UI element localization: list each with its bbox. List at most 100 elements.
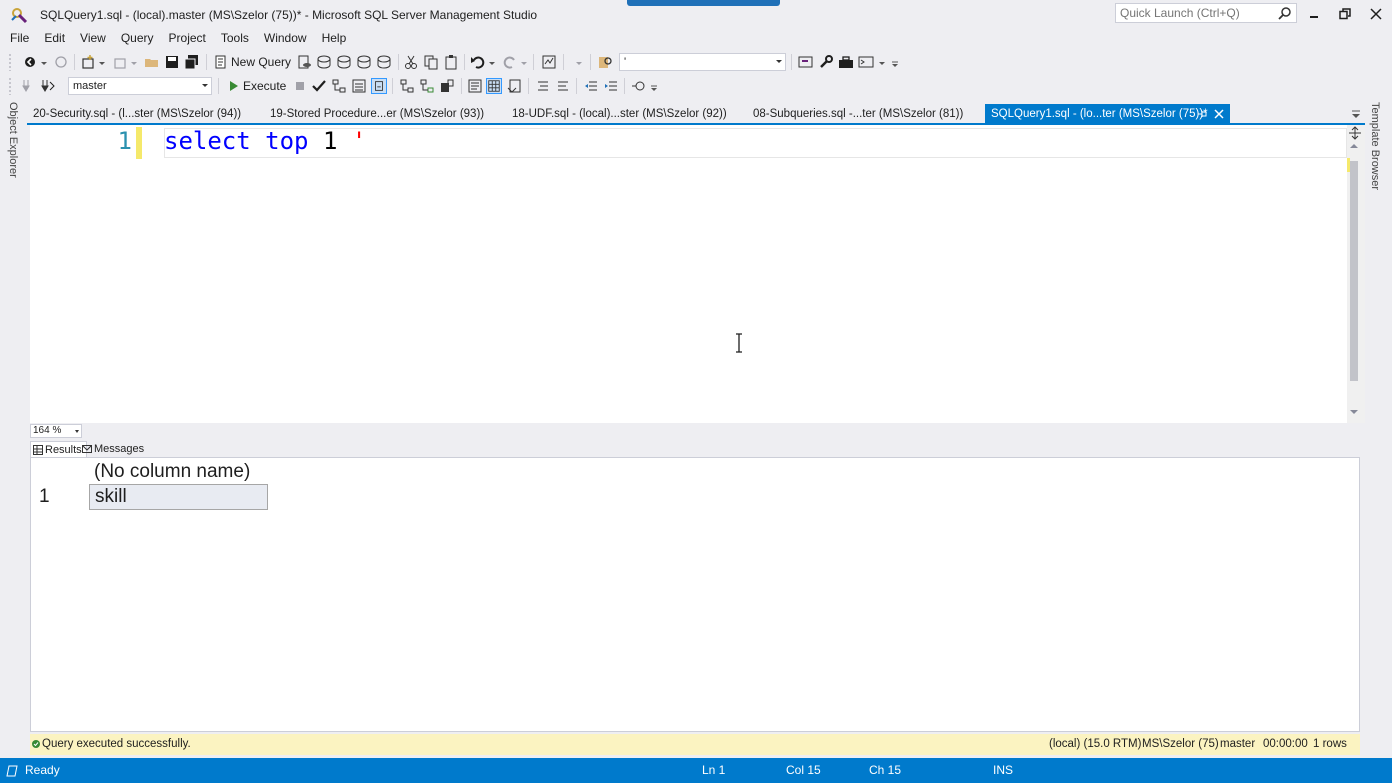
zoom-level-combo[interactable]: 164 % [30,424,82,438]
analysis-dmx-query-icon[interactable] [336,54,352,70]
undo-icon[interactable] [470,54,486,70]
row-number[interactable]: 1 [39,485,50,509]
menu-edit[interactable]: Edit [38,30,71,48]
restore-button[interactable] [1334,4,1356,24]
new-project-icon[interactable] [80,54,96,70]
parse-checkmark-icon[interactable] [311,78,327,94]
include-actual-plan-icon[interactable] [399,78,415,94]
cut-icon[interactable] [403,54,419,70]
find-combo[interactable]: ' [619,53,786,71]
close-window-button[interactable] [1365,4,1387,24]
scroll-down-icon[interactable] [1350,410,1358,414]
code-line-1[interactable]: select top 1 ' [164,127,366,155]
split-window-icon[interactable] [1348,126,1362,140]
editor-vertical-scrollbar[interactable] [1347,125,1365,423]
status-output-icon[interactable] [6,765,18,777]
tab-08-subqueries[interactable]: 08-Subqueries.sql -...ter (MS\Szelor (81… [747,104,963,124]
increase-indent-icon[interactable] [603,78,619,94]
object-explorer-strip[interactable] [0,98,27,756]
tab-overflow-menu-icon[interactable] [1350,108,1362,120]
results-to-grid-icon[interactable] [486,78,502,94]
redo-icon[interactable] [502,54,518,70]
display-estimated-plan-icon[interactable] [331,78,347,94]
tab-results[interactable]: Results [30,441,87,457]
tab-19-stored-procedures[interactable]: 19-Stored Procedure...er (MS\Szelor (93)… [264,104,484,124]
back-icon[interactable] [22,54,38,70]
connect-icon[interactable] [20,78,36,94]
find-in-files-icon[interactable] [598,54,614,70]
menu-help[interactable]: Help [316,30,353,48]
command-dropdown-icon[interactable] [878,54,886,70]
quick-launch-input[interactable] [1116,4,1276,22]
add-item-icon[interactable] [112,54,128,70]
tab-sqlquery1[interactable]: SQLQuery1.sql - (lo...ter (MS\Szelor (75… [985,104,1230,124]
toolbar-grip[interactable] [8,53,12,71]
close-icon[interactable] [1213,108,1225,120]
template-browser-strip[interactable] [1365,98,1392,756]
open-file-icon[interactable] [144,54,160,70]
scrollbar-thumb[interactable] [1350,161,1358,381]
paste-icon[interactable] [443,54,459,70]
properties-wrench-icon[interactable] [818,54,834,70]
solution-explorer-icon[interactable] [798,54,814,70]
toolbar-grip[interactable] [8,77,12,95]
forward-icon[interactable] [53,54,69,70]
column-header[interactable]: (No column name) [89,460,268,484]
database-engine-query-icon[interactable] [296,54,312,70]
decrease-indent-icon[interactable] [583,78,599,94]
analysis-mdx-query-icon[interactable] [316,54,332,70]
minimize-button[interactable] [1303,4,1325,24]
pin-icon[interactable] [1196,108,1208,120]
scroll-up-icon[interactable] [1350,144,1358,148]
tab-18-udf[interactable]: 18-UDF.sql - (local)...ster (MS\Szelor (… [506,104,727,124]
undo-dropdown-icon[interactable] [488,54,496,70]
menu-view[interactable]: View [74,30,112,48]
menu-tools[interactable]: Tools [215,30,255,48]
live-query-statistics-icon[interactable] [419,78,435,94]
results-to-text-icon[interactable] [467,78,483,94]
back-dropdown-icon[interactable] [40,54,48,70]
save-icon[interactable] [164,54,180,70]
activity-monitor-icon[interactable] [541,54,557,70]
change-connection-icon[interactable] [40,78,56,94]
specify-template-values-icon[interactable] [631,78,647,94]
analysis-dax-query-icon[interactable] [376,54,392,70]
search-icon[interactable] [1278,6,1292,20]
grid-cell[interactable]: skill [89,484,268,510]
ssms-app-icon[interactable] [10,6,28,24]
cancel-query-icon[interactable] [292,78,308,94]
tab-messages[interactable]: Messages [80,441,144,457]
toolbar-overflow-icon[interactable] [890,54,900,70]
results-to-file-icon[interactable] [507,78,523,94]
template-browser-label[interactable]: Template Browser [1369,102,1381,190]
menu-project[interactable]: Project [163,30,212,48]
menu-file[interactable]: File [4,30,35,48]
new-project-dropdown-icon[interactable] [98,54,106,70]
command-window-icon[interactable] [858,54,874,70]
copy-icon[interactable] [423,54,439,70]
redo-dropdown-icon[interactable] [520,54,528,70]
comment-out-icon[interactable] [535,78,551,94]
menu-query[interactable]: Query [115,30,160,48]
quick-launch-box[interactable] [1115,3,1297,23]
execute-play-icon[interactable] [226,78,242,94]
results-grid[interactable]: (No column name) 1 skill [30,457,1360,732]
add-item-dropdown-icon[interactable] [130,54,138,70]
analysis-xmla-query-icon[interactable] [356,54,372,70]
database-combo[interactable]: master [68,77,212,95]
object-explorer-label[interactable]: Object Explorer [7,102,19,178]
tab-20-security[interactable]: 20-Security.sql - (l...ster (MS\Szelor (… [27,104,241,124]
toolbar-overflow-icon[interactable] [649,78,659,94]
query-options-icon[interactable] [351,78,367,94]
menu-window[interactable]: Window [258,30,313,48]
new-query-button[interactable]: New Query [231,55,291,69]
toolbox-icon[interactable] [838,54,854,70]
query-editor[interactable]: 1 select top 1 ' [30,125,1347,423]
client-statistics-icon[interactable] [439,78,455,94]
configuration-dropdown-icon[interactable] [575,54,583,70]
new-query-icon[interactable] [213,54,229,70]
intellisense-enabled-icon[interactable] [371,78,387,94]
uncomment-icon[interactable] [555,78,571,94]
save-all-icon[interactable] [184,54,200,70]
execute-button[interactable]: Execute [243,79,286,93]
